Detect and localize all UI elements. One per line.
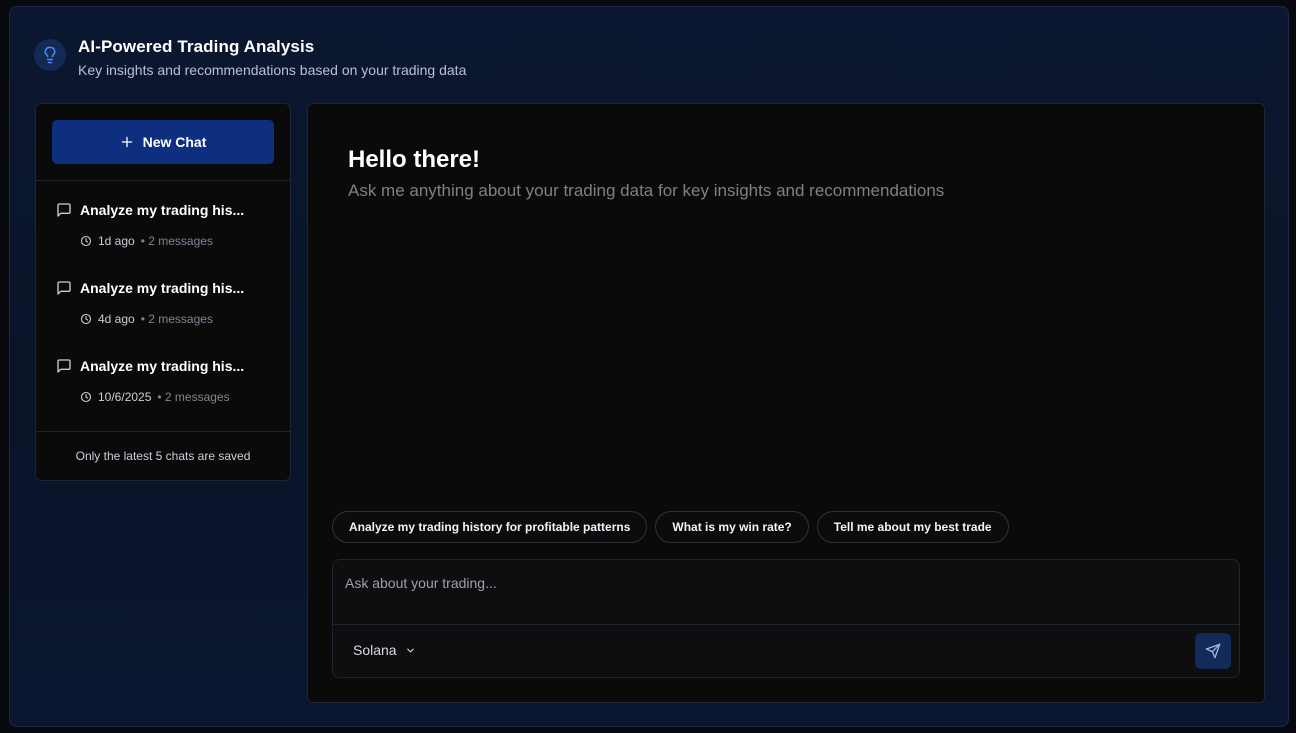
chat-message-count: • 2 messages	[157, 390, 230, 404]
message-composer: Solana	[332, 559, 1240, 678]
clock-icon	[80, 313, 92, 325]
chat-title: Analyze my trading his...	[80, 280, 245, 296]
message-square-icon	[56, 358, 72, 374]
chat-message-count: • 2 messages	[140, 312, 213, 326]
page-header: AI-Powered Trading Analysis Key insights…	[34, 37, 467, 78]
chat-message-count: • 2 messages	[140, 234, 213, 248]
send-icon	[1205, 643, 1221, 659]
chat-input[interactable]	[345, 572, 1225, 594]
suggestion-chip[interactable]: Tell me about my best trade	[816, 511, 1009, 543]
chat-time: 10/6/2025	[98, 390, 152, 404]
new-chat-label: New Chat	[142, 134, 207, 150]
network-select-value: Solana	[353, 642, 397, 658]
chat-title: Analyze my trading his...	[80, 202, 245, 218]
suggestion-chip[interactable]: Analyze my trading history for profitabl…	[332, 511, 648, 543]
suggestion-chip[interactable]: What is my win rate?	[655, 511, 809, 543]
message-square-icon	[56, 280, 72, 296]
page-title: AI-Powered Trading Analysis	[78, 37, 315, 56]
message-square-icon	[56, 202, 72, 218]
lightbulb-icon	[34, 39, 66, 71]
chat-history-item[interactable]: Analyze my trading his... 4d ago • 2 mes…	[56, 280, 270, 326]
chat-history-sidebar: New Chat Analyze my trading his... 1d ag…	[35, 103, 291, 481]
app-frame: AI-Powered Trading Analysis Key insights…	[9, 6, 1289, 727]
chat-limit-note: Only the latest 5 chats are saved	[75, 449, 251, 463]
chat-time: 4d ago	[98, 312, 135, 326]
chat-panel: Hello there! Ask me anything about your …	[307, 103, 1265, 703]
send-button[interactable]	[1195, 633, 1231, 669]
composer-divider	[333, 624, 1239, 625]
sidebar-divider-top	[36, 180, 290, 181]
chat-title: Analyze my trading his...	[80, 358, 245, 374]
page-subtitle: Key insights and recommendations based o…	[78, 62, 467, 78]
clock-icon	[80, 235, 92, 247]
network-select[interactable]: Solana	[353, 642, 416, 658]
sidebar-divider-bottom	[36, 431, 290, 432]
chat-time: 1d ago	[98, 234, 135, 248]
chevron-down-icon	[405, 645, 416, 656]
chat-history-item[interactable]: Analyze my trading his... 1d ago • 2 mes…	[56, 202, 270, 248]
plus-icon	[120, 135, 134, 149]
greeting-subtext: Ask me anything about your trading data …	[348, 181, 945, 200]
clock-icon	[80, 391, 92, 403]
greeting-heading: Hello there!	[348, 146, 481, 173]
suggestion-chips: Analyze my trading history for profitabl…	[332, 511, 1017, 543]
new-chat-button[interactable]: New Chat	[52, 120, 274, 164]
chat-history-item[interactable]: Analyze my trading his... 10/6/2025 • 2 …	[56, 358, 270, 404]
